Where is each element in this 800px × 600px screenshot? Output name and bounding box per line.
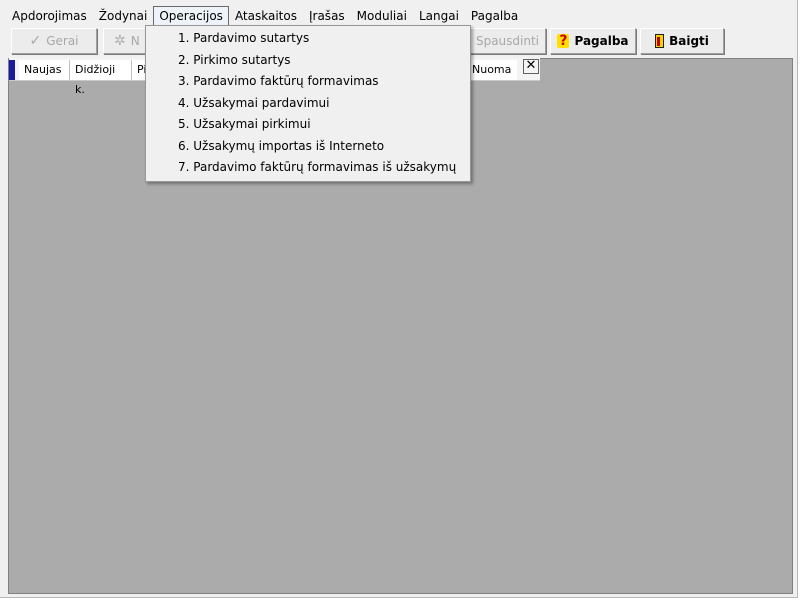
menu-item-uzsakymu-importas[interactable]: 6. Užsakymų importas iš Interneto: [146, 136, 470, 158]
tab-nuoma[interactable]: Nuoma: [467, 60, 517, 80]
tab-didzioji-knyga[interactable]: Didžioji k.: [70, 60, 132, 96]
tab-bar-accent: [9, 60, 15, 80]
tab-naujas[interactable]: Naujas: [19, 60, 70, 80]
menu-zodynai[interactable]: Žodynai: [93, 6, 154, 27]
print-button-label: Spausdinti: [475, 34, 539, 48]
check-icon: ✓: [29, 33, 42, 49]
menu-item-uzsakymai-pirkimui[interactable]: 5. Užsakymai pirkimui: [146, 114, 470, 136]
exit-button[interactable]: Baigti: [640, 28, 724, 54]
menu-item-uzsakymai-pardavimui[interactable]: 4. Užsakymai pardavimui: [146, 93, 470, 115]
menu-apdorojimas[interactable]: Apdorojimas: [6, 6, 93, 27]
ok-button-label: Gerai: [46, 34, 79, 48]
close-icon[interactable]: ✕: [523, 59, 539, 74]
operacijos-dropdown-menu: 1. Pardavimo sutartys 2. Pirkimo sutarty…: [145, 25, 471, 182]
menu-pagalba[interactable]: Pagalba: [465, 6, 524, 27]
menu-bar: Apdorojimas Žodynai Operacijos Ataskaito…: [0, 5, 790, 27]
menu-ataskaitos[interactable]: Ataskaitos: [229, 6, 303, 27]
print-button[interactable]: Spausdinti: [458, 28, 546, 54]
ok-button[interactable]: ✓ Gerai: [11, 28, 97, 54]
new-icon: ✲: [114, 33, 126, 49]
menu-item-fakturu-formavimas-is-uzsakymu[interactable]: 7. Pardavimo faktūrų formavimas iš užsak…: [146, 157, 470, 179]
menu-item-pirkimo-sutartys[interactable]: 2. Pirkimo sutartys: [146, 50, 470, 72]
menu-operacijos[interactable]: Operacijos: [153, 5, 229, 27]
help-button-label: Pagalba: [574, 34, 629, 48]
help-button[interactable]: ? Pagalba: [550, 28, 636, 54]
new-button-label: N: [130, 34, 140, 48]
menu-item-pardavimo-fakturu-formavimas[interactable]: 3. Pardavimo faktūrų formavimas: [146, 71, 470, 93]
menu-irasas[interactable]: Įrašas: [303, 6, 351, 27]
question-mark-icon: ?: [557, 33, 570, 49]
menu-moduliai[interactable]: Moduliai: [351, 6, 413, 27]
exit-button-label: Baigti: [669, 34, 709, 48]
menu-item-pardavimo-sutartys[interactable]: 1. Pardavimo sutartys: [146, 28, 470, 50]
menu-langai[interactable]: Langai: [413, 6, 465, 27]
app-window: Apdorojimas Žodynai Operacijos Ataskaito…: [0, 0, 798, 598]
exit-door-icon: [655, 34, 665, 48]
